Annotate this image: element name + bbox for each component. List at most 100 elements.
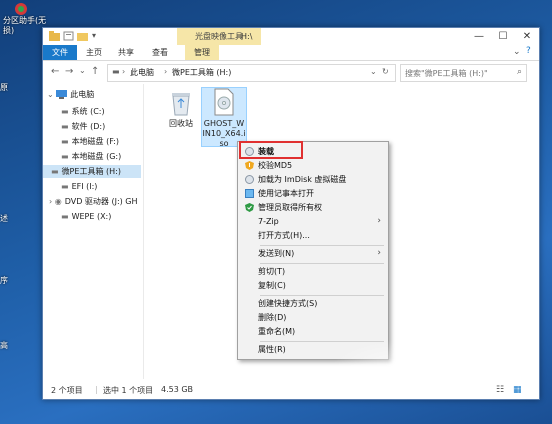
file-item-recycle-bin[interactable]: 回收站: [161, 90, 201, 129]
nav-label: DVD 驱动器 (J:) GH: [64, 197, 138, 206]
menu-item-label: 剪切(T): [258, 267, 286, 276]
menu-item-verify-md5[interactable]: 校验MD5: [239, 159, 387, 172]
menu-separator: [260, 295, 384, 296]
notepad-icon: [245, 189, 254, 198]
navigation-pane: ⌄ 此电脑 ▬ 系统 (C:) ▬ 软件 (D:) ▬ 本地磁盘 (F:) ▬ 本地磁盘…: [43, 84, 143, 379]
address-row: ← → ⌄ ↑ ▬ › 此电脑 › 微PE工具箱 (H:) ⌄ ↻ 搜索"微PE…: [43, 61, 539, 83]
search-placeholder: 搜索"微PE工具箱 (H:)": [405, 69, 488, 78]
tab-file[interactable]: 文件: [43, 45, 77, 60]
menu-item-label: 发送到(N): [258, 249, 295, 258]
desktop-edge-label: 原: [0, 83, 8, 92]
recent-dropdown-icon[interactable]: ⌄: [79, 66, 86, 75]
menu-item-label: 打开方式(H)...: [258, 231, 310, 240]
breadcrumb-chevron-icon: ›: [164, 67, 168, 76]
drive-icon: ▬: [61, 182, 69, 191]
nav-label: 本地磁盘 (F:): [71, 137, 120, 146]
address-dropdown-icon[interactable]: ⌄: [370, 67, 377, 76]
drive-icon: ▬: [61, 122, 69, 131]
menu-item-label: 复制(C): [258, 281, 286, 290]
back-arrow-icon[interactable]: ←: [51, 66, 59, 77]
file-item-ghost-iso[interactable]: GHOST_W IN10_X64.i so: [201, 87, 247, 148]
recycle-bin-icon: [172, 93, 190, 116]
menu-item-label: 加载为 ImDisk 虚拟磁盘: [258, 175, 347, 184]
tab-home[interactable]: 主页: [79, 45, 109, 60]
nav-item-this-pc[interactable]: ⌄ 此电脑: [47, 88, 147, 101]
nav-label: EFI (I:): [71, 182, 98, 191]
computer-icon: [56, 90, 68, 99]
details-view-icon[interactable]: ☷: [496, 385, 504, 395]
menu-item-label: 校验MD5: [258, 161, 293, 170]
tab-manage[interactable]: 管理: [185, 45, 219, 60]
help-icon[interactable]: ?: [526, 46, 531, 56]
breadcrumb-this-pc[interactable]: 此电脑: [130, 67, 154, 78]
large-icons-view-icon[interactable]: ▦: [513, 385, 522, 395]
menu-item-delete[interactable]: 删除(D): [239, 311, 387, 324]
status-item-count: 2 个项目: [51, 386, 83, 395]
ribbon-tabs: 文件 主页 共享 查看 管理 ⌄ ?: [43, 45, 539, 61]
nav-item-drive-h[interactable]: ▬ 微PE工具箱 (H:): [43, 165, 141, 178]
desktop-edge-label: 高: [0, 341, 8, 350]
refresh-icon[interactable]: ↻: [382, 67, 389, 76]
nav-item-dvd-j[interactable]: › ◉ DVD 驱动器 (J:) GH: [43, 195, 149, 208]
status-divider: |: [95, 385, 98, 394]
status-selected-count: 选中 1 个项目: [103, 386, 154, 395]
menu-item-7zip[interactable]: 7-Zip ›: [239, 215, 387, 228]
new-folder-icon[interactable]: [77, 31, 88, 41]
nav-label: WEPE (X:): [71, 212, 112, 221]
menu-item-label: 7-Zip: [258, 217, 279, 226]
menu-item-create-shortcut[interactable]: 创建快捷方式(S): [239, 297, 387, 310]
menu-item-copy[interactable]: 复制(C): [239, 279, 387, 292]
dvd-icon: ◉: [54, 197, 62, 206]
menu-item-rename[interactable]: 重命名(M): [239, 325, 387, 338]
desktop-edge-label: 述: [0, 214, 8, 223]
search-icon: ⌕: [516, 67, 522, 77]
iso-file-icon: [214, 88, 234, 116]
maximize-button[interactable]: ☐: [491, 28, 515, 45]
breadcrumb-chevron-icon: ›: [122, 67, 126, 76]
menu-item-label: 重命名(M): [258, 327, 296, 336]
disc-icon: [245, 175, 254, 184]
shield-warning-icon: [245, 161, 254, 170]
minimize-button[interactable]: —: [467, 28, 491, 45]
menu-item-imdisk[interactable]: 加载为 ImDisk 虚拟磁盘: [239, 173, 387, 186]
drive-icon: ▬: [61, 107, 69, 116]
tab-view[interactable]: 查看: [145, 45, 175, 60]
chevron-down-icon[interactable]: ⌄: [47, 90, 54, 99]
menu-item-label: 使用记事本打开: [258, 189, 314, 198]
folder-icon: [49, 31, 60, 41]
desktop-edge-label: 序: [0, 276, 8, 285]
search-input[interactable]: 搜索"微PE工具箱 (H:)" ⌕: [400, 64, 527, 82]
drive-icon: ▬: [61, 212, 69, 221]
menu-item-label: 属性(R): [258, 345, 286, 354]
partition-assistant-icon: [15, 3, 27, 15]
status-selected-size: 4.53 GB: [161, 385, 194, 394]
forward-arrow-icon[interactable]: →: [65, 66, 73, 77]
chevron-right-icon[interactable]: ›: [49, 197, 52, 206]
menu-item-cut[interactable]: 剪切(T): [239, 265, 387, 278]
shield-check-icon: [245, 203, 254, 212]
close-button[interactable]: ✕: [515, 28, 539, 45]
ribbon-expand-icon[interactable]: ⌄: [513, 47, 521, 57]
drive-icon: ▬: [51, 167, 59, 176]
submenu-arrow-icon: ›: [377, 216, 381, 226]
nav-label: 此电脑: [70, 90, 95, 99]
quick-access-dropdown-icon[interactable]: ▾: [92, 31, 103, 41]
drive-icon: ▬: [61, 137, 69, 146]
computer-small-icon: ▬: [112, 67, 120, 76]
watermark-glow: [330, 340, 470, 400]
highlight-box: [239, 141, 303, 159]
partition-assistant-desktop-icon[interactable]: [6, 2, 36, 16]
tab-share[interactable]: 共享: [111, 45, 141, 60]
properties-icon[interactable]: [63, 31, 74, 41]
menu-item-take-ownership[interactable]: 管理员取得所有权: [239, 201, 387, 214]
breadcrumb-drive[interactable]: 微PE工具箱 (H:): [172, 67, 231, 78]
file-name-line: IN10_X64.i: [202, 129, 246, 138]
address-bar[interactable]: ▬ › 此电脑 › 微PE工具箱 (H:) ⌄ ↻: [107, 64, 396, 82]
menu-item-open-notepad[interactable]: 使用记事本打开: [239, 187, 387, 200]
nav-label: 本地磁盘 (G:): [71, 152, 122, 161]
up-arrow-icon[interactable]: ↑: [91, 66, 99, 77]
menu-item-open-with[interactable]: 打开方式(H)...: [239, 229, 387, 242]
menu-item-label: 创建快捷方式(S): [258, 299, 318, 308]
menu-item-send-to[interactable]: 发送到(N) ›: [239, 247, 387, 260]
nav-label: 系统 (C:): [71, 107, 105, 116]
